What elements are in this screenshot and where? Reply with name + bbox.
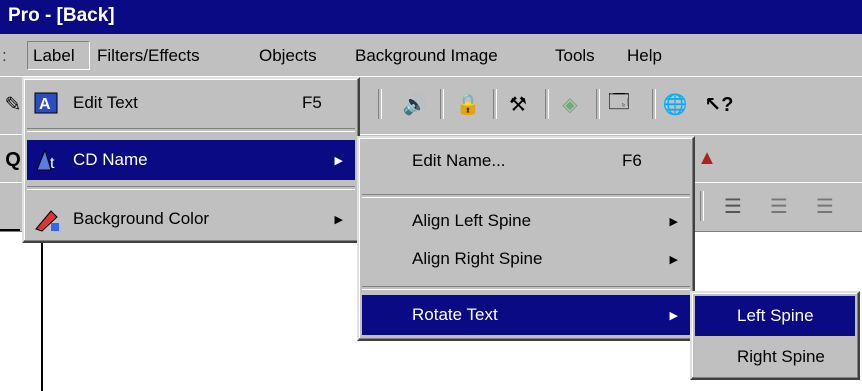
submenu-arrow-icon: ▶	[669, 253, 678, 266]
menu-background-image[interactable]: Background Image	[355, 46, 498, 66]
properties-icon[interactable]: 🗔	[606, 91, 632, 117]
toolbar-separator	[493, 89, 497, 119]
speaker-icon[interactable]: 🔊	[402, 91, 428, 117]
toolbar-separator	[378, 89, 382, 119]
lock-icon[interactable]: 🔒	[455, 91, 481, 117]
globe-icon[interactable]: 🌐	[662, 91, 688, 117]
paint-bucket-icon	[33, 205, 61, 233]
cd-name-submenu: Edit Name... F6 Align Left Spine ▶ Align…	[357, 136, 695, 341]
menu-item-align-right-spine[interactable]: Align Right Spine ▶	[362, 239, 690, 279]
menu-item-label: Align Right Spine	[412, 249, 543, 268]
canvas-edge	[41, 230, 43, 391]
menu-separator	[27, 186, 355, 190]
submenu-arrow-icon: ▶	[669, 215, 678, 228]
menu-item-cd-name[interactable]: t CD Name ▶	[27, 140, 355, 180]
diamond-icon[interactable]: ◈	[557, 91, 583, 117]
menu-bar: : Label Filters/Effects Objects Backgrou…	[0, 34, 862, 76]
menu-item-label: Left Spine	[737, 306, 814, 325]
menu-label[interactable]: Label	[33, 46, 75, 66]
menu-separator	[362, 194, 690, 198]
menu-separator	[27, 128, 355, 132]
toolbar-separator	[596, 89, 600, 119]
shortcut-label: F5	[302, 93, 322, 112]
submenu-arrow-icon: ▶	[669, 309, 678, 322]
menu-item-label: Edit Text	[73, 93, 138, 112]
help-pointer-icon[interactable]: ↖?	[705, 91, 734, 117]
tools-icon[interactable]: ⚒	[505, 91, 531, 117]
svg-text:t: t	[50, 155, 55, 172]
menu-item-label: Background Color	[73, 209, 210, 228]
menu-objects[interactable]: Objects	[259, 46, 317, 66]
menu-item-right-spine[interactable]: Right Spine	[695, 337, 855, 377]
menu-item-left-spine[interactable]: Left Spine	[695, 296, 855, 336]
menu-filters-effects[interactable]: Filters/Effects	[97, 46, 200, 66]
title-bar: Pro - [Back]	[0, 0, 862, 34]
toolbar-separator	[700, 191, 704, 221]
submenu-arrow-icon: ▶	[334, 213, 343, 226]
menu-help[interactable]: Help	[627, 46, 662, 66]
menu-item-label: Rotate Text	[412, 305, 498, 324]
align-left-icon[interactable]: ☰	[720, 193, 746, 219]
menu-item-align-left-spine[interactable]: Align Left Spine ▶	[362, 201, 690, 241]
align-center-icon[interactable]: ☰	[766, 193, 792, 219]
align-right-icon[interactable]: ☰	[812, 193, 838, 219]
cd-name-icon: t	[33, 146, 61, 174]
menu-item-label: Align Left Spine	[412, 211, 532, 230]
svg-text:A: A	[39, 96, 51, 113]
ruler-mark	[0, 229, 20, 231]
menu-tools[interactable]: Tools	[555, 46, 595, 66]
menu-item-label: CD Name	[73, 150, 148, 169]
menu-item-edit-name[interactable]: Edit Name... F6	[362, 141, 690, 181]
edit-text-icon: A	[33, 89, 61, 117]
image-icon[interactable]: ▲	[694, 145, 720, 171]
window-title: Pro - [Back]	[8, 5, 115, 26]
submenu-arrow-icon: ▶	[334, 154, 343, 167]
menu-separator	[362, 286, 690, 290]
menu-item-edit-text[interactable]: A Edit Text F5	[27, 83, 355, 123]
rotate-text-submenu: Left Spine Right Spine	[690, 291, 860, 380]
label-menu: A Edit Text F5 t CD Name ▶ Background Co…	[22, 77, 360, 243]
menu-item-label: Edit Name...	[412, 151, 506, 170]
menu-item-background-color[interactable]: Background Color ▶	[27, 199, 355, 239]
toolbar-separator	[545, 89, 549, 119]
toolbar-separator	[652, 89, 656, 119]
menu-item-rotate-text[interactable]: Rotate Text ▶	[362, 295, 690, 335]
menu-item-label: Right Spine	[737, 347, 825, 366]
toolbar-separator	[440, 89, 444, 119]
shortcut-label: F6	[622, 151, 642, 170]
menubar-edge: :	[2, 46, 7, 65]
